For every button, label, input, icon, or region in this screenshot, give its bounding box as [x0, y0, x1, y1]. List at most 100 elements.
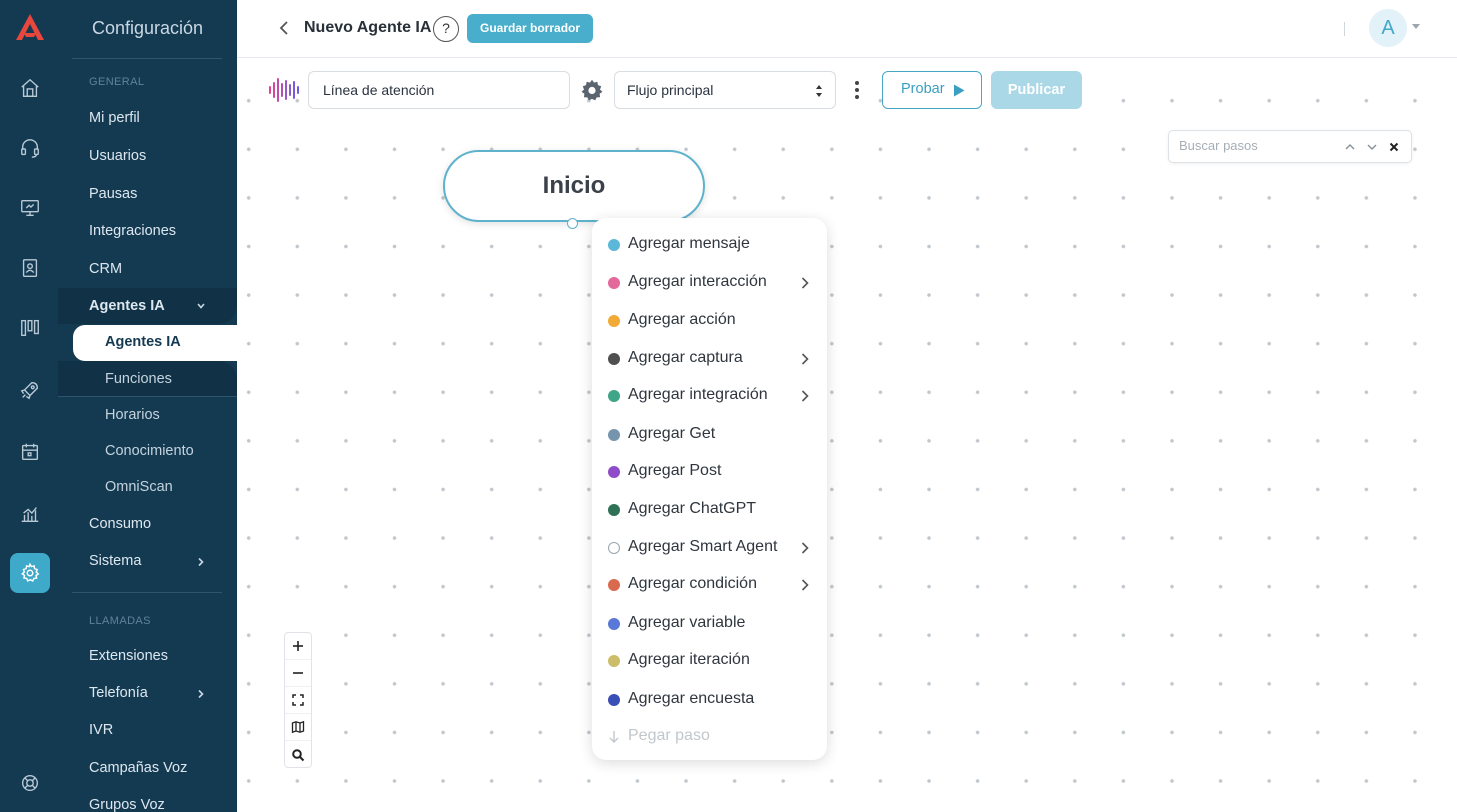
chevron-up-icon[interactable]	[1343, 140, 1357, 154]
sidebar-item-system[interactable]: Sistema	[89, 553, 141, 569]
menu-item[interactable]: Agregar Post	[608, 459, 813, 485]
menu-item[interactable]: Agregar interacción	[608, 270, 813, 296]
zoom-in-button[interactable]	[285, 633, 311, 660]
step-color-dot	[608, 655, 620, 667]
settings-gear-icon[interactable]	[10, 553, 50, 593]
menu-item-label: Agregar mensaje	[628, 235, 750, 252]
more-options-icon[interactable]	[850, 79, 864, 101]
minus-icon	[293, 672, 303, 674]
menu-item-label: Agregar encuesta	[628, 690, 755, 707]
step-color-dot	[608, 277, 620, 289]
step-color-dot	[608, 618, 620, 630]
sidebar-title: Configuración	[92, 18, 204, 38]
sidebar-item-integrations[interactable]: Integraciones	[89, 223, 176, 239]
sidebar-item-telephony[interactable]: Telefonía	[89, 685, 148, 701]
menu-item[interactable]: Agregar Smart Agent	[608, 535, 813, 561]
sidebar-item-voice-campaigns[interactable]: Campañas Voz	[89, 760, 187, 776]
icon-rail	[0, 0, 58, 812]
sidebar-subitem-label: Agentes IA	[105, 334, 181, 350]
page-title: Nuevo Agente IA	[304, 19, 432, 36]
sidebar-item-voice-groups[interactable]: Grupos Voz	[89, 797, 165, 812]
canvas-search-button[interactable]	[285, 741, 311, 768]
map-icon	[291, 720, 305, 734]
fullscreen-icon	[292, 694, 304, 706]
user-avatar[interactable]: A	[1369, 9, 1407, 47]
paste-step-item[interactable]: Pegar paso	[608, 724, 813, 750]
menu-item-label: Agregar interacción	[628, 273, 767, 290]
publish-button[interactable]: Publicar	[991, 71, 1082, 109]
back-arrow-icon[interactable]	[277, 18, 291, 38]
zoom-controls	[284, 632, 312, 768]
sidebar-item-extensions[interactable]: Extensiones	[89, 648, 168, 664]
step-color-dot	[608, 466, 620, 478]
flow-settings-gear-icon[interactable]	[580, 78, 604, 102]
divider	[72, 58, 222, 59]
sidebar-subitem-functions[interactable]: Funciones	[105, 371, 172, 387]
node-output-handle[interactable]	[567, 218, 578, 229]
sidebar-item-users[interactable]: Usuarios	[89, 148, 146, 164]
step-color-dot	[608, 504, 620, 516]
menu-item[interactable]: Agregar condición	[608, 572, 813, 598]
close-icon[interactable]	[1387, 140, 1401, 154]
contacts-book-icon[interactable]	[10, 248, 50, 288]
plus-icon	[293, 641, 303, 651]
brand-logo-icon[interactable]	[14, 12, 46, 42]
menu-item[interactable]: Agregar integración	[608, 383, 813, 409]
chevron-right-icon[interactable]	[194, 555, 208, 569]
menu-item[interactable]: Agregar ChatGPT	[608, 497, 813, 523]
save-draft-button[interactable]: Guardar borrador	[467, 14, 594, 43]
sidebar-subitem-schedules[interactable]: Horarios	[105, 407, 160, 423]
flow-select-value: Flujo principal	[627, 82, 714, 98]
headset-icon[interactable]	[10, 128, 50, 168]
sidebar-item-pauses[interactable]: Pausas	[89, 186, 137, 202]
sidebar-subitem-knowledge[interactable]: Conocimiento	[105, 443, 194, 459]
search-icon	[292, 748, 305, 761]
chevron-right-icon	[801, 542, 809, 554]
start-node[interactable]: Inicio	[443, 150, 705, 222]
menu-item-label: Agregar acción	[628, 311, 736, 328]
menu-item[interactable]: Agregar Get	[608, 422, 813, 448]
calendar-icon[interactable]	[10, 432, 50, 472]
kanban-icon[interactable]	[10, 308, 50, 348]
zoom-out-button[interactable]	[285, 660, 311, 687]
help-button[interactable]: ?	[433, 16, 459, 42]
sidebar-item-crm[interactable]: CRM	[89, 261, 122, 277]
step-color-dot	[608, 390, 620, 402]
chevron-down-icon[interactable]	[1365, 140, 1379, 154]
chevron-right-icon[interactable]	[194, 687, 208, 701]
support-lifebuoy-icon[interactable]	[10, 763, 50, 803]
home-icon[interactable]	[10, 68, 50, 108]
rocket-icon[interactable]	[10, 370, 50, 410]
search-steps-input[interactable]	[1179, 138, 1339, 153]
minimap-button[interactable]	[285, 714, 311, 741]
sidebar-item-ivr[interactable]: IVR	[89, 722, 113, 738]
menu-item[interactable]: Agregar captura	[608, 346, 813, 372]
sidebar-item-profile[interactable]: Mi perfil	[89, 110, 140, 126]
menu-item-label: Agregar Get	[628, 425, 716, 442]
step-color-dot	[608, 694, 620, 706]
monitor-icon[interactable]	[10, 188, 50, 228]
menu-item[interactable]: Agregar iteración	[608, 648, 813, 674]
sidebar-subitem-omniscan[interactable]: OmniScan	[105, 479, 173, 495]
fit-view-button[interactable]	[285, 687, 311, 714]
menu-item[interactable]: Agregar variable	[608, 611, 813, 637]
test-button[interactable]: Probar	[882, 71, 982, 109]
agent-name-input[interactable]	[308, 71, 570, 109]
section-calls-label: LLAMADAS	[89, 615, 151, 627]
menu-item-label: Agregar captura	[628, 349, 743, 366]
sidebar-item-consumption[interactable]: Consumo	[89, 516, 151, 532]
arrow-down-icon	[609, 731, 619, 743]
flow-select[interactable]: Flujo principal	[614, 71, 836, 109]
select-arrows-icon	[816, 85, 822, 97]
sidebar-item-ai-agents[interactable]: Agentes IA	[89, 298, 165, 314]
sidebar-subitem-agents-active[interactable]: Agentes IA	[73, 325, 237, 361]
flow-canvas[interactable]	[238, 59, 1457, 812]
menu-item[interactable]: Agregar mensaje	[608, 232, 813, 258]
section-general-label: GENERAL	[89, 76, 145, 88]
avatar-caret-icon[interactable]	[1412, 24, 1420, 29]
menu-item[interactable]: Agregar encuesta	[608, 687, 813, 713]
chevron-down-icon[interactable]	[194, 299, 208, 313]
analytics-icon[interactable]	[10, 494, 50, 534]
menu-item[interactable]: Agregar acción	[608, 308, 813, 334]
divider	[58, 396, 237, 397]
